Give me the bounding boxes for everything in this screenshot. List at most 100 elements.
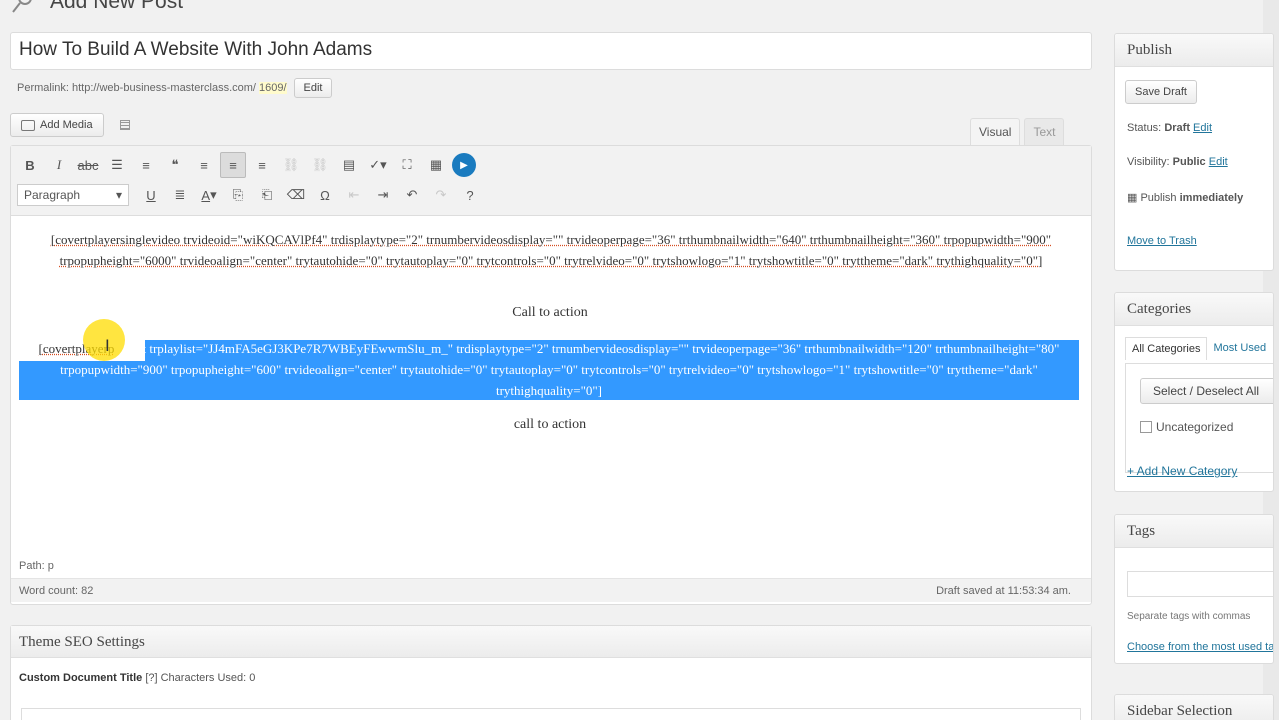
category-item[interactable]: Uncategorized (1140, 420, 1233, 434)
page-header: Add New Post (10, 0, 183, 14)
shortcode-playlist[interactable]: [covertplayerplaylist trplaylist="JJ4mFA… (29, 338, 1069, 401)
status-edit-link[interactable]: Edit (1193, 122, 1212, 134)
visibility-edit-link[interactable]: Edit (1209, 156, 1228, 168)
seo-title-field: Custom Document Title [?] Characters Use… (11, 658, 1091, 698)
call-to-action-1[interactable]: Call to action (11, 305, 1089, 321)
justify-icon[interactable]: ≣ (167, 182, 193, 208)
editor-content[interactable]: [covertplayersinglevideo trvideoid="wiKQ… (11, 217, 1091, 552)
indent-icon[interactable]: ⇥ (370, 182, 396, 208)
tab-all-categories[interactable]: All Categories (1125, 337, 1208, 360)
tags-input[interactable] (1127, 571, 1273, 597)
tags-hint: Separate tags with commas (1127, 611, 1251, 622)
outdent-icon[interactable]: ⇤ (341, 182, 367, 208)
sidebar-selection-heading[interactable]: Sidebar Selection (1115, 695, 1273, 720)
visibility-line: Visibility: Public Edit (1127, 156, 1228, 168)
camera-icon (21, 119, 35, 131)
blockquote-icon[interactable]: ❝ (162, 152, 188, 178)
shortcode-single-video[interactable]: [covertplayersinglevideo trvideoid="wiKQ… (31, 229, 1071, 271)
visibility-value: Public (1172, 156, 1206, 168)
tab-visual[interactable]: Visual (970, 118, 1021, 145)
choose-tags-link[interactable]: Choose from the most used tags (1127, 641, 1273, 653)
trash-line: Move to Trash (1127, 235, 1197, 247)
post-editor: B I abc ☰ ≡ ❝ ≡ ≡ ≡ ⛓ ⛓ ▤ ✓▾ ⛶ ▦ ▶ Parag… (10, 145, 1092, 605)
editor-status: Path: p Word count: 82 Draft saved at 11… (11, 552, 1091, 604)
status-line: Status: Draft Edit (1127, 122, 1212, 134)
align-right-icon[interactable]: ≡ (249, 152, 275, 178)
publish-value: immediately (1179, 192, 1244, 204)
italic-icon[interactable]: I (46, 152, 72, 178)
category-tabs: All Categories Most Used (1125, 337, 1272, 360)
strikethrough-icon[interactable]: abc (75, 152, 101, 178)
publish-heading[interactable]: Publish (1115, 34, 1273, 67)
insert-more-icon[interactable]: ▤ (336, 152, 362, 178)
categories-heading[interactable]: Categories (1115, 293, 1273, 326)
add-new-category-link[interactable]: + Add New Category (1127, 464, 1237, 478)
bullet-list-icon[interactable]: ☰ (104, 152, 130, 178)
permalink-url: http://web-business-masterclass.com/ (71, 82, 256, 94)
seo-title-label: Custom Document Title (19, 672, 143, 684)
paste-text-icon[interactable]: ⎘ (225, 182, 251, 208)
move-to-trash-link[interactable]: Move to Trash (1127, 235, 1197, 247)
add-media-button[interactable]: Add Media (10, 113, 104, 137)
calendar-icon: ▦ (1127, 192, 1138, 204)
word-count: Word count: 82 (19, 585, 94, 597)
align-center-icon[interactable]: ≡ (220, 152, 246, 178)
help-icon[interactable]: ? (457, 182, 483, 208)
form-icon[interactable] (119, 120, 130, 130)
seo-settings-heading[interactable]: Theme SEO Settings (11, 626, 1091, 658)
save-draft-button[interactable]: Save Draft (1125, 80, 1197, 104)
post-title-box[interactable] (10, 32, 1092, 70)
toolbar-row-1: B I abc ☰ ≡ ❝ ≡ ≡ ≡ ⛓ ⛓ ▤ ✓▾ ⛶ ▦ ▶ (17, 150, 1085, 180)
tags-box: Tags Separate tags with commas Choose fr… (1114, 514, 1274, 664)
status-label: Status: (1127, 122, 1162, 134)
category-item-label: Uncategorized (1156, 420, 1234, 434)
remove-link-icon[interactable]: ⛓ (307, 152, 333, 178)
permalink-slug[interactable]: 1609/ (258, 82, 287, 94)
categories-box: Categories All Categories Most Used Sele… (1114, 292, 1274, 492)
permalink-edit-button[interactable]: Edit (293, 78, 333, 98)
seo-title-input[interactable] (21, 708, 1081, 720)
paste-word-icon[interactable]: ⎗ (254, 182, 280, 208)
tags-heading[interactable]: Tags (1115, 515, 1273, 548)
checkbox[interactable] (1140, 421, 1152, 433)
clear-format-icon[interactable]: ⌫ (283, 182, 309, 208)
editor-toolbar: B I abc ☰ ≡ ❝ ≡ ≡ ≡ ⛓ ⛓ ▤ ✓▾ ⛶ ▦ ▶ Parag… (11, 146, 1091, 216)
post-title-input[interactable] (19, 39, 1083, 61)
text-color-icon[interactable]: A ▾ (196, 182, 222, 208)
publish-time-line: ▦ Publish immediately (1127, 191, 1243, 204)
media-row: Add Media (10, 113, 130, 137)
publish-box: Publish Save Draft Status: Draft Edit Vi… (1114, 33, 1274, 271)
toolbar-toggle-icon[interactable]: ▦ (423, 152, 449, 178)
underline-icon[interactable]: U (138, 182, 164, 208)
selected-shortcode[interactable]: [covertplayerplaylist trplaylist="JJ4mFA… (19, 338, 1079, 400)
call-to-action-2[interactable]: call to action (11, 417, 1089, 433)
play-icon[interactable]: ▶ (452, 153, 476, 177)
seo-settings-box: Theme SEO Settings Custom Document Title… (10, 625, 1092, 720)
seo-title-help: [?] Characters Used: 0 (145, 672, 256, 684)
format-select[interactable]: Paragraph ▾ (17, 184, 129, 206)
align-left-icon[interactable]: ≡ (191, 152, 217, 178)
special-char-icon[interactable]: Ω (312, 182, 338, 208)
fullscreen-icon[interactable]: ⛶ (394, 152, 420, 178)
mouse-cursor-highlight (83, 319, 125, 361)
bold-icon[interactable]: B (17, 152, 43, 178)
undo-icon[interactable]: ↶ (399, 182, 425, 208)
redo-icon[interactable]: ↷ (428, 182, 454, 208)
draft-saved-status: Draft saved at 11:53:34 am. (936, 585, 1071, 597)
insert-link-icon[interactable]: ⛓ (278, 152, 304, 178)
page-title: Add New Post (50, 0, 184, 13)
select-deselect-button[interactable]: Select / Deselect All (1140, 378, 1273, 404)
permalink-row: Permalink: http://web-business-mastercla… (17, 78, 333, 98)
visibility-label: Visibility: (1127, 156, 1170, 168)
tab-text[interactable]: Text (1024, 118, 1065, 145)
format-select-value: Paragraph (24, 188, 81, 202)
numbered-list-icon[interactable]: ≡ (133, 152, 159, 178)
spellcheck-icon[interactable]: ✓▾ (365, 152, 391, 178)
editor-tabs: Visual Text (970, 118, 1065, 145)
shortcode-playlist-selected: laylist trplaylist="JJ4mFA5eGJ3KPe7R7WBE… (60, 341, 1060, 398)
sidebar-selection-box: Sidebar Selection (1114, 694, 1274, 720)
pin-icon (10, 0, 40, 14)
tab-most-used[interactable]: Most Used (1207, 337, 1272, 360)
permalink-label: Permalink: (17, 82, 69, 94)
publish-label: Publish (1140, 192, 1177, 204)
